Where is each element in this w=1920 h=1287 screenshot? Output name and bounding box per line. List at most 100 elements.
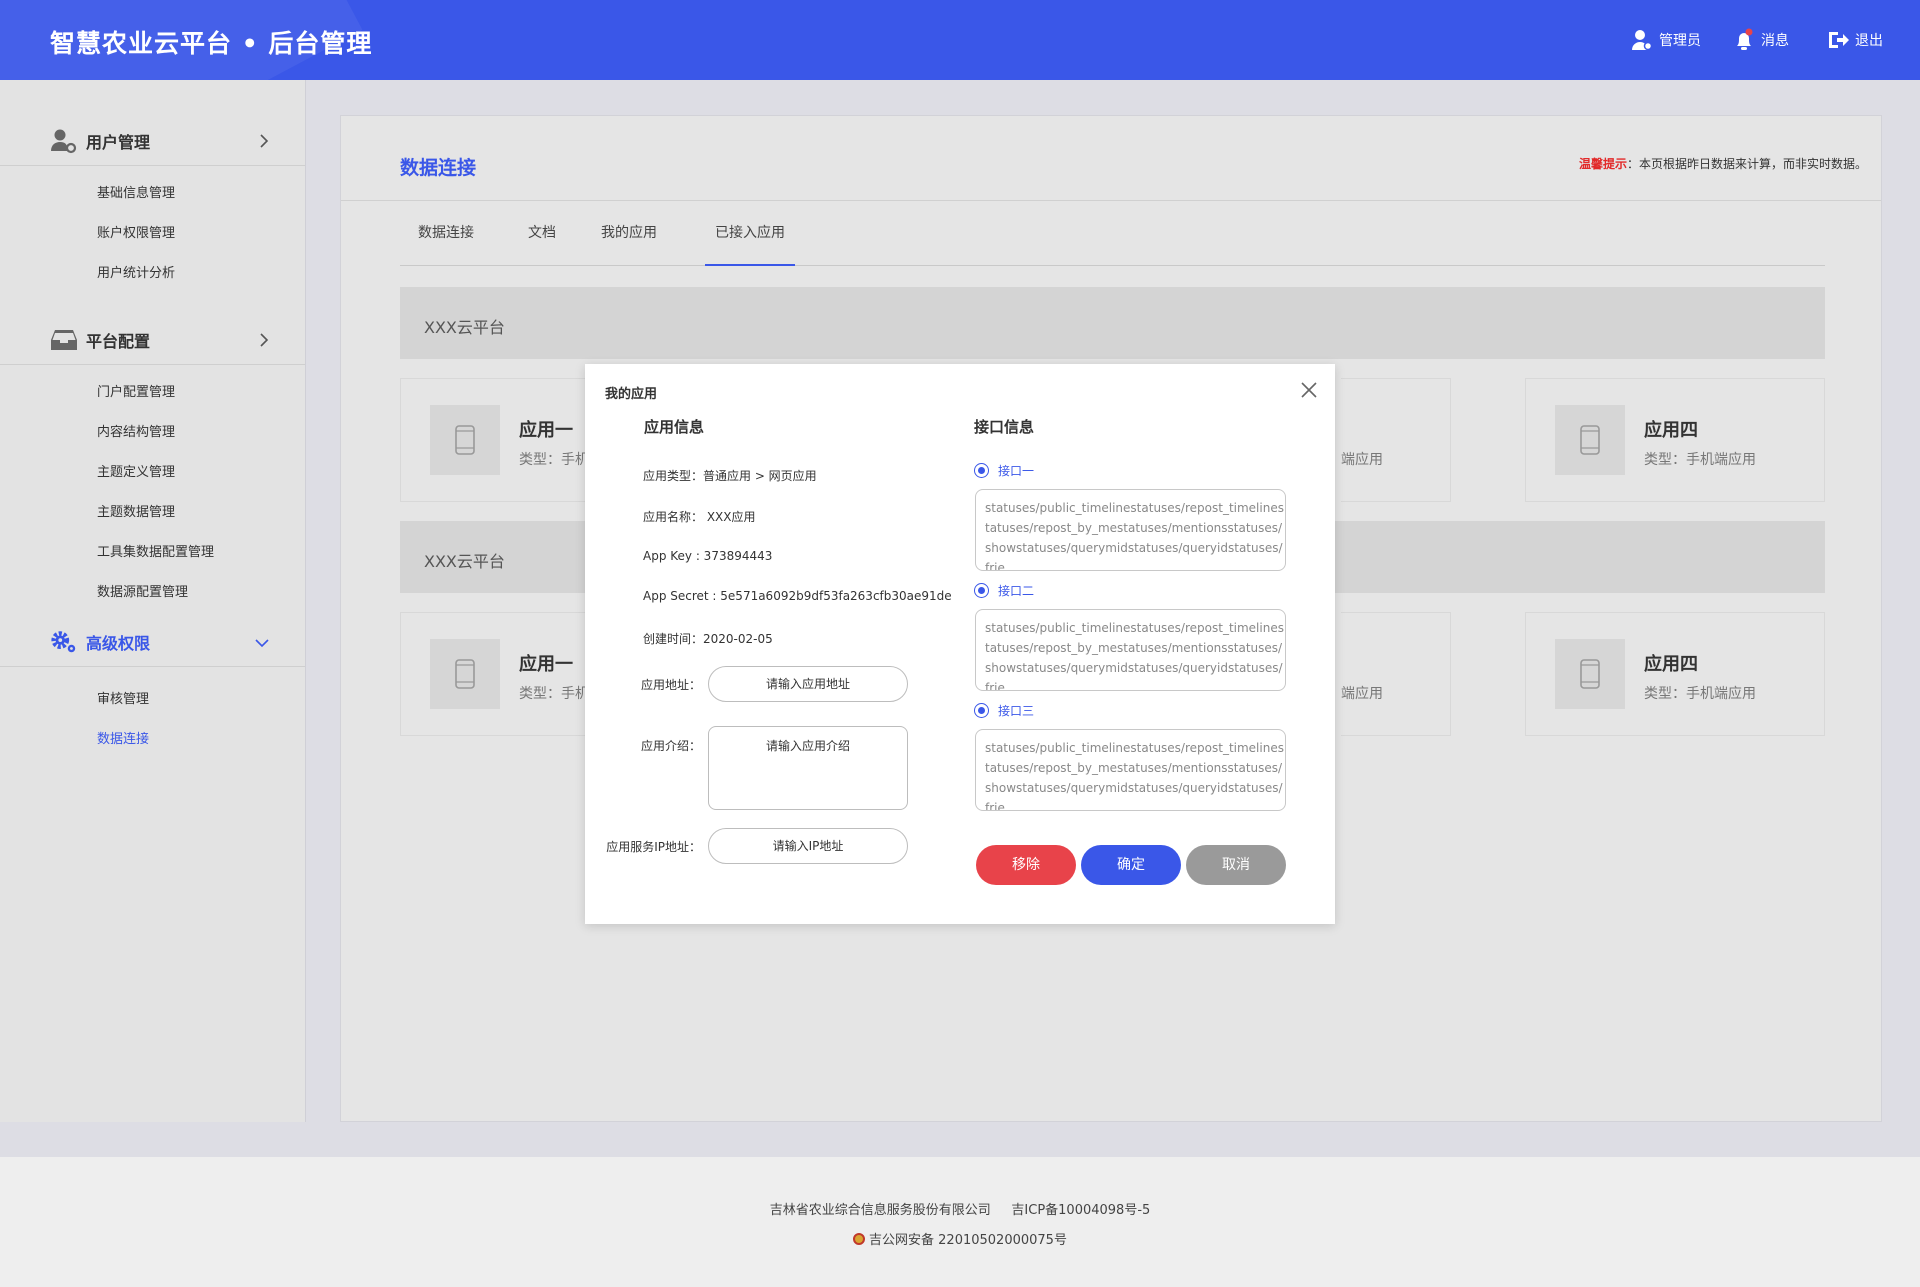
- api-text-box[interactable]: statuses/public_timelinestatuses/repost_…: [975, 489, 1286, 571]
- api-label: 接口三: [998, 704, 1035, 718]
- tab-data-connection[interactable]: 数据连接: [400, 216, 492, 266]
- radio-selected-icon: [974, 703, 989, 718]
- chevron-down-icon: [255, 639, 269, 648]
- sidebar-item-data-connection[interactable]: 数据连接: [0, 717, 305, 757]
- messages-label: 消息: [1761, 33, 1789, 49]
- footer: 吉林省农业综合信息服务股份有限公司 吉ICP备10004098号-5 吉公网安备…: [0, 1157, 1920, 1287]
- admin-label: 管理员: [1659, 33, 1701, 49]
- sidebar-item-theme-definition[interactable]: 主题定义管理: [0, 450, 305, 490]
- app-intro-textarea[interactable]: 请输入应用介绍: [708, 726, 908, 810]
- footer-company: 吉林省农业综合信息服务股份有限公司: [769, 1203, 991, 1218]
- app-ip-label: 应用服务IP地址：: [606, 840, 701, 854]
- platform-header: XXX云平台: [400, 287, 1825, 359]
- tab-bar: 数据连接 文档 我的应用 已接入应用: [400, 216, 1825, 266]
- sidebar-group-label: 用户管理: [86, 132, 151, 152]
- sidebar-group-label: 平台配置: [86, 331, 151, 351]
- api-radio-2[interactable]: 接口二: [974, 582, 1034, 599]
- app-name-line: 应用名称： XXX应用: [643, 510, 756, 524]
- my-app-dialog: 我的应用 应用信息 应用类型：普通应用 > 网页应用 应用名称： XXX应用 A…: [585, 364, 1335, 924]
- sidebar-item-account-permission[interactable]: 账户权限管理: [0, 211, 305, 251]
- app-ip-input[interactable]: 请输入IP地址: [708, 828, 908, 864]
- api-text-box[interactable]: statuses/public_timelinestatuses/repost_…: [975, 609, 1286, 691]
- sidebar-group-user-header[interactable]: 用户管理: [0, 116, 305, 166]
- tab-my-apps[interactable]: 我的应用: [589, 216, 669, 266]
- app-type: 端应用: [1341, 686, 1383, 702]
- top-header: 智慧农业云平台 • 后台管理 管理员 消息 退出: [0, 0, 1920, 80]
- app-type: 类型：手机端应用: [1644, 686, 1756, 702]
- sidebar-item-content-structure[interactable]: 内容结构管理: [0, 410, 305, 450]
- confirm-button[interactable]: 确定: [1081, 845, 1181, 885]
- chevron-right-icon: [260, 333, 269, 347]
- app-url-label: 应用地址：: [640, 678, 701, 692]
- chevron-right-icon: [260, 134, 269, 148]
- app-name: 应用四: [1644, 654, 1698, 675]
- logout-label: 退出: [1855, 33, 1883, 49]
- sidebar-item-datasource-config[interactable]: 数据源配置管理: [0, 570, 305, 610]
- app-name: 应用四: [1644, 420, 1698, 441]
- app-key-line: App Key : 373894443: [643, 549, 773, 563]
- sidebar-group-advanced: 高级权限 审核管理 数据连接: [0, 617, 305, 757]
- api-radio-3[interactable]: 接口三: [974, 702, 1034, 719]
- title-divider: [341, 200, 1881, 201]
- sidebar-item-toolset-config[interactable]: 工具集数据配置管理: [0, 530, 305, 570]
- app-card[interactable]: 端应用: [1341, 612, 1451, 736]
- logout-link[interactable]: 退出: [1827, 28, 1883, 52]
- app-url-input[interactable]: 请输入应用地址: [708, 666, 908, 702]
- tab-docs[interactable]: 文档: [517, 216, 567, 266]
- sidebar: 用户管理 基础信息管理 账户权限管理 用户统计分析 平台配置 门户配置管理 内容…: [0, 80, 306, 1122]
- api-info-title: 接口信息: [974, 418, 1035, 436]
- app-title: 智慧农业云平台 • 后台管理: [50, 29, 373, 58]
- footer-line: 吉林省农业综合信息服务股份有限公司 吉ICP备10004098号-5: [0, 1199, 1920, 1218]
- sidebar-item-user-statistics[interactable]: 用户统计分析: [0, 251, 305, 291]
- footer-icp[interactable]: 吉ICP备10004098号-5: [1011, 1203, 1150, 1218]
- sidebar-item-audit[interactable]: 审核管理: [0, 677, 305, 717]
- platform-name: XXX云平台: [424, 318, 505, 337]
- close-icon[interactable]: [1300, 381, 1318, 399]
- sidebar-group-platform-header[interactable]: 平台配置: [0, 315, 305, 365]
- sidebar-group-platform: 平台配置 门户配置管理 内容结构管理 主题定义管理 主题数据管理 工具集数据配置…: [0, 315, 305, 610]
- tip-body: ：本页根据昨日数据来计算，而非实时数据。: [1626, 157, 1867, 171]
- platform-name: XXX云平台: [424, 552, 505, 571]
- footer-police-line: 吉公网安备 22010502000075号: [0, 1229, 1920, 1248]
- sidebar-item-portal-config[interactable]: 门户配置管理: [0, 370, 305, 410]
- remove-button[interactable]: 移除: [976, 845, 1076, 885]
- tab-connected-apps[interactable]: 已接入应用: [705, 216, 795, 266]
- radio-selected-icon: [974, 583, 989, 598]
- app-card[interactable]: 应用四 类型：手机端应用: [1525, 378, 1825, 502]
- admin-link[interactable]: 管理员: [1631, 28, 1701, 52]
- tip-text: 温馨提示：本页根据昨日数据来计算，而非实时数据。: [1579, 155, 1867, 172]
- phone-icon: [430, 405, 500, 475]
- sidebar-group-advanced-header[interactable]: 高级权限: [0, 617, 305, 667]
- footer-police[interactable]: 吉公网安备 22010502000075号: [869, 1233, 1067, 1248]
- api-label: 接口二: [998, 584, 1035, 598]
- app-card[interactable]: 端应用: [1341, 378, 1451, 502]
- sidebar-group-label: 高级权限: [86, 633, 151, 653]
- inbox-icon: [50, 327, 78, 353]
- tip-lead: 温馨提示: [1578, 157, 1627, 171]
- app-type-line: 应用类型：普通应用 > 网页应用: [643, 469, 817, 483]
- api-radio-1[interactable]: 接口一: [974, 462, 1034, 479]
- app-secret-line: App Secret : 5e571a6092b9df53fa263cfb30a…: [643, 589, 952, 603]
- app-created-line: 创建时间：2020-02-05: [643, 632, 773, 646]
- app-name: 应用一: [519, 654, 573, 675]
- app-intro-label: 应用介绍：: [640, 739, 701, 753]
- gears-icon: [50, 629, 78, 655]
- dialog-title: 我的应用: [605, 387, 658, 402]
- radio-selected-icon: [974, 463, 989, 478]
- sidebar-item-theme-data[interactable]: 主题数据管理: [0, 490, 305, 530]
- messages-link[interactable]: 消息: [1733, 28, 1789, 52]
- phone-icon: [1555, 405, 1625, 475]
- cancel-button[interactable]: 取消: [1186, 845, 1286, 885]
- api-text-box[interactable]: statuses/public_timelinestatuses/repost_…: [975, 729, 1286, 811]
- app-type: 类型：手机: [519, 686, 589, 702]
- phone-icon: [430, 639, 500, 709]
- app-card[interactable]: 应用四 类型：手机端应用: [1525, 612, 1825, 736]
- police-badge-icon: [853, 1233, 866, 1245]
- sidebar-item-basic-info[interactable]: 基础信息管理: [0, 171, 305, 211]
- admin-user-icon: [1632, 30, 1653, 51]
- app-name: 应用一: [519, 420, 573, 441]
- user-settings-icon: [50, 128, 78, 154]
- sidebar-group-user: 用户管理 基础信息管理 账户权限管理 用户统计分析: [0, 116, 305, 291]
- logout-icon: [1829, 32, 1849, 48]
- app-type: 端应用: [1341, 452, 1383, 468]
